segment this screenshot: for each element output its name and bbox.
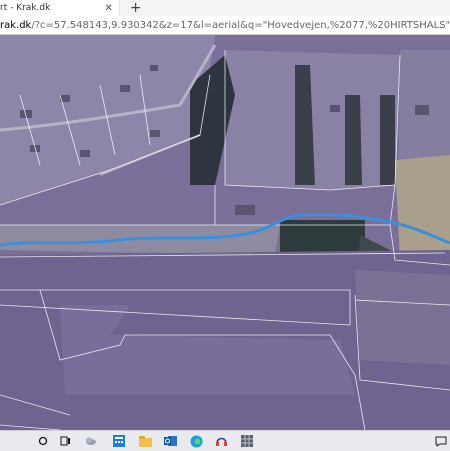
- field-light-right: [395, 155, 450, 265]
- edge-icon[interactable]: [189, 434, 203, 448]
- tab-title: rt - Krak.dk: [0, 3, 51, 13]
- cortana-icon[interactable]: [36, 434, 50, 448]
- outlook-icon[interactable]: [163, 434, 177, 448]
- new-tab-button[interactable]: +: [130, 0, 142, 16]
- task-view-icon[interactable]: [58, 434, 72, 448]
- weather-icon[interactable]: [84, 434, 98, 448]
- headset-icon[interactable]: [214, 434, 228, 448]
- url-text: rak.dk/?c=57.548143,9.930342&z=17&l=aeri…: [0, 20, 450, 31]
- chat-icon[interactable]: [434, 434, 448, 448]
- forest-strip-4: [380, 95, 395, 185]
- browser-tab[interactable]: rt - Krak.dk ✕: [0, 0, 120, 16]
- url-path: /?c=57.548143,9.930342&z=17&l=aerial&q="…: [31, 19, 450, 31]
- windows-taskbar: [0, 430, 450, 451]
- file-explorer-icon[interactable]: [138, 434, 152, 448]
- aerial-map[interactable]: [0, 35, 450, 430]
- close-icon[interactable]: ✕: [104, 3, 112, 14]
- browser-tab-bar: rt - Krak.dk ✕ +: [0, 0, 450, 17]
- address-bar[interactable]: rak.dk/?c=57.548143,9.930342&z=17&l=aeri…: [0, 16, 450, 35]
- calculator-icon[interactable]: [112, 434, 126, 448]
- spreadsheet-icon[interactable]: [240, 434, 254, 448]
- parcel-right: [355, 270, 450, 365]
- forest-strip-3: [345, 95, 362, 185]
- url-host: rak.dk: [0, 19, 32, 31]
